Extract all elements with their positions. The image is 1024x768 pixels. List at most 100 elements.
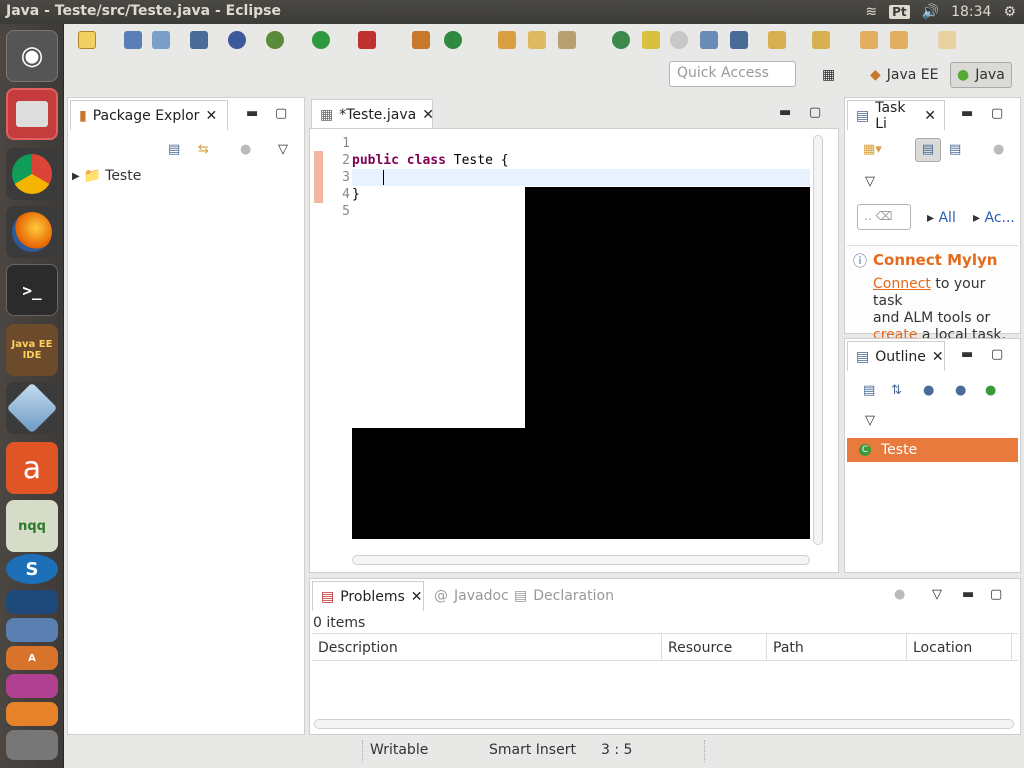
run-external-icon[interactable] xyxy=(358,31,376,49)
view-menu-icon[interactable]: ▽ xyxy=(865,174,875,189)
power-icon[interactable]: ⚙ xyxy=(1003,4,1016,20)
block-selection-icon[interactable] xyxy=(700,31,718,49)
next-annotation-icon[interactable] xyxy=(612,31,630,49)
open-type-icon[interactable] xyxy=(498,31,516,49)
forward-icon[interactable] xyxy=(938,31,956,49)
quick-access-input[interactable]: Quick Access xyxy=(669,61,796,87)
wifi-icon[interactable]: ≋ xyxy=(865,4,877,20)
next-edit-icon[interactable] xyxy=(768,31,786,49)
open-task-icon[interactable] xyxy=(528,31,546,49)
new-icon[interactable] xyxy=(78,31,96,49)
focus-icon[interactable] xyxy=(670,31,688,49)
virtualbox-icon[interactable] xyxy=(6,382,58,434)
column-description[interactable]: Description xyxy=(312,634,662,660)
view-menu-icon[interactable]: ▽ xyxy=(278,142,288,157)
notes-icon[interactable]: nqq xyxy=(6,500,58,552)
sort-icon[interactable]: ⇅ xyxy=(891,383,902,398)
tab-declaration[interactable]: ▤ Declaration xyxy=(506,581,622,611)
categorized-icon[interactable]: ▤ xyxy=(915,138,941,162)
close-icon[interactable]: ✕ xyxy=(932,349,944,365)
show-whitespace-icon[interactable] xyxy=(730,31,748,49)
close-icon[interactable]: ✕ xyxy=(205,108,217,124)
view-menu-icon[interactable]: ▽ xyxy=(865,413,875,428)
firefox-icon[interactable] xyxy=(6,206,58,258)
hide-nonpublic-icon[interactable]: ● xyxy=(985,383,996,398)
maximize-icon[interactable]: ▢ xyxy=(990,587,1002,602)
files-icon[interactable] xyxy=(6,88,58,140)
terminal-icon[interactable]: >_ xyxy=(6,264,58,316)
keyboard-language[interactable]: Pt xyxy=(889,5,910,19)
skype-icon[interactable]: S xyxy=(6,554,58,584)
view-menu-icon[interactable]: ▽ xyxy=(932,587,942,602)
minimize-icon[interactable]: ▬ xyxy=(961,347,973,362)
tab-teste-java[interactable]: ▦ *Teste.java ✕ xyxy=(311,99,434,129)
new-task-icon[interactable]: ▦▾ xyxy=(863,142,882,157)
tab-outline[interactable]: ▤ Outline ✕ xyxy=(847,341,945,371)
highlight-icon[interactable] xyxy=(642,31,660,49)
close-icon[interactable]: ✕ xyxy=(411,589,423,605)
minimize-icon[interactable]: ▬ xyxy=(962,587,974,602)
software-center-icon[interactable]: a xyxy=(6,442,58,494)
perspective-java[interactable]: ● Java xyxy=(950,62,1012,88)
save-icon[interactable] xyxy=(124,31,142,49)
perspective-javaee[interactable]: ◆ Java EE xyxy=(864,62,945,88)
task-filter-input[interactable]: .. ⌫ xyxy=(857,204,911,230)
outline-item-teste[interactable]: C Teste xyxy=(847,438,1018,462)
tree-item-project[interactable]: ▶ 📁 Teste xyxy=(72,168,141,184)
code-text[interactable]: public class Teste { } xyxy=(352,135,509,220)
open-perspective-icon[interactable]: ▦ xyxy=(816,62,844,88)
maximize-icon[interactable]: ▢ xyxy=(991,106,1003,121)
tab-problems[interactable]: ▤ Problems ✕ xyxy=(312,581,424,611)
disks-icon[interactable] xyxy=(6,618,58,642)
skip-breakpoints-icon[interactable] xyxy=(228,31,246,49)
search-icon[interactable] xyxy=(558,31,576,49)
prev-edit-icon[interactable] xyxy=(812,31,830,49)
collapse-all-icon[interactable]: ▤ xyxy=(168,142,180,157)
maximize-icon[interactable]: ▢ xyxy=(275,106,287,121)
new-class-icon[interactable] xyxy=(444,31,462,49)
clear-icon[interactable]: ⌫ xyxy=(875,209,892,223)
new-package-icon[interactable] xyxy=(412,31,430,49)
media-icon[interactable] xyxy=(6,674,58,698)
close-icon[interactable]: ✕ xyxy=(422,107,434,123)
focus-task-icon[interactable]: ● xyxy=(240,142,251,157)
link-editor-icon[interactable]: ⇆ xyxy=(198,142,209,157)
horizontal-scrollbar[interactable] xyxy=(314,719,1014,729)
trash-icon[interactable] xyxy=(6,730,58,760)
maximize-icon[interactable]: ▢ xyxy=(991,347,1003,362)
vlc-icon[interactable] xyxy=(6,702,58,726)
minimize-icon[interactable]: ▬ xyxy=(246,106,258,121)
eclipse-javaee-icon[interactable]: Java EE IDE xyxy=(6,324,58,376)
minimize-icon[interactable]: ▬ xyxy=(961,106,973,121)
font-viewer-icon[interactable]: A xyxy=(6,646,58,670)
dash-icon[interactable]: ◉ xyxy=(6,30,58,82)
minimize-icon[interactable]: ▬ xyxy=(779,105,791,120)
chrome-icon[interactable] xyxy=(6,148,58,200)
hide-static-icon[interactable]: ● xyxy=(955,383,966,398)
all-tasks-link[interactable]: ▸ All xyxy=(927,210,956,226)
horizontal-scrollbar[interactable] xyxy=(352,555,810,565)
expand-arrow-icon[interactable]: ▶ xyxy=(72,171,80,182)
connect-link[interactable]: Connect xyxy=(873,276,931,292)
column-path[interactable]: Path xyxy=(767,634,907,660)
focus-task-icon[interactable]: ● xyxy=(894,587,905,602)
tab-javadoc[interactable]: @ Javadoc xyxy=(426,581,517,611)
tab-package-explorer[interactable]: ▮ Package Explor ✕ xyxy=(70,100,228,130)
collapse-all-icon[interactable]: ▤ xyxy=(863,383,875,398)
activate-task-link[interactable]: ▸ Ac... xyxy=(973,210,1015,226)
maximize-icon[interactable]: ▢ xyxy=(809,105,821,120)
hide-fields-icon[interactable]: ● xyxy=(923,383,934,398)
save-all-icon[interactable] xyxy=(152,31,170,49)
volume-icon[interactable]: 🔊 xyxy=(922,4,939,20)
clock[interactable]: 18:34 xyxy=(951,4,991,20)
vertical-scrollbar[interactable] xyxy=(813,135,823,545)
steam-icon[interactable] xyxy=(6,590,58,614)
focus-task-icon[interactable]: ● xyxy=(993,142,1004,157)
tab-task-list[interactable]: ▤ Task Li ✕ xyxy=(847,100,945,132)
code-editor[interactable]: 1 2 3 4 5 public class Teste { } xyxy=(309,128,839,573)
terminal-launch-icon[interactable] xyxy=(190,31,208,49)
back-icon[interactable] xyxy=(890,31,908,49)
column-resource[interactable]: Resource xyxy=(662,634,767,660)
last-edit-icon[interactable] xyxy=(860,31,878,49)
scheduled-icon[interactable]: ▤ xyxy=(949,142,961,157)
